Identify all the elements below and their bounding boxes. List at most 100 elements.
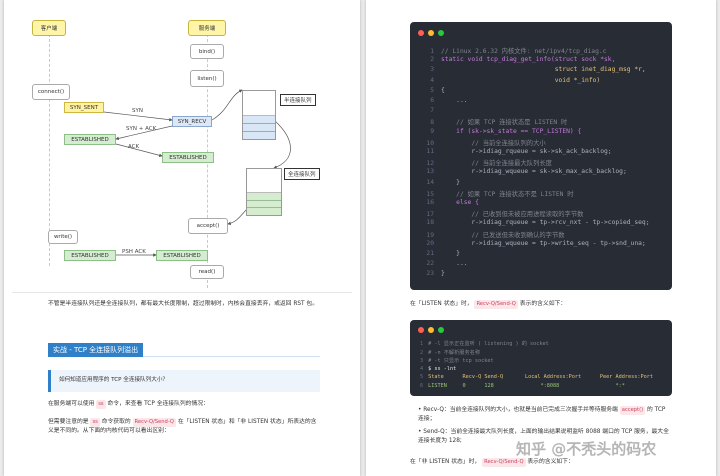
code-line: 14 }: [420, 179, 460, 186]
maximize-dot-icon: [438, 327, 444, 333]
terminal-line: 6 LISTEN 0 128 *:8088 *:*: [420, 383, 625, 389]
minimize-dot-icon: [428, 30, 434, 36]
r2-text-a: 在「非 LISTEN 状态」时，: [410, 459, 481, 465]
code-text: struct inet_diag_msg *r,: [441, 66, 646, 74]
sequence-arrows: [103, 89, 291, 257]
syn-ack-label: SYN + ACK: [126, 126, 157, 132]
code-line: 12 // 当前全连接最大队列长度: [420, 158, 552, 167]
code-line: 22 ...: [420, 260, 468, 268]
terminal-text: # -n 不解析服务名称: [428, 349, 481, 356]
syn-label: SYN: [132, 108, 143, 114]
half-queue-label: 半连接队列: [280, 94, 316, 106]
code-text: // 如果 TCP 连接状态不是 LISTEN 时: [441, 190, 574, 198]
ack-label: ACK: [128, 144, 140, 150]
code-block-kernel: 1 // Linux 2.6.32 内核文件: net/ipv4/tcp_diag…: [410, 22, 672, 290]
paragraph-non-listen-state: 在「非 LISTEN 状态」时， Recv-Q/Send-Q 表示的含义如下：: [410, 458, 672, 467]
maximize-dot-icon: [438, 30, 444, 36]
recvq-sendq-tag: Recv-Q/Send-Q: [132, 418, 176, 427]
code-text: ...: [441, 97, 468, 104]
code-text: ...: [441, 260, 468, 268]
code-text: r->idiag_rqueue = tp->rcv_nxt - tp->copi…: [441, 219, 650, 227]
close-dot-icon: [418, 30, 424, 36]
line-number: 6: [420, 383, 424, 389]
code-line: 16 else {: [420, 199, 479, 206]
line-number: 17: [426, 211, 434, 219]
line-number: 19: [426, 231, 434, 239]
line-number: 5: [420, 374, 424, 381]
code-text: r->idiag_wqueue = tp->write_seq - tp->sn…: [441, 239, 646, 247]
code-line: 1 // Linux 2.6.32 内核文件: net/ipv4/tcp_diag…: [420, 46, 606, 55]
code-text: r->idiag_wqueue = sk->sk_max_ack_backlog…: [441, 168, 627, 176]
r1-text-a: 在「LISTEN 状态」时，: [410, 301, 473, 307]
code-text: }: [441, 178, 460, 186]
code-line: 13 r->idiag_wqueue = sk->sk_max_ack_back…: [420, 168, 627, 176]
code-text: if (sk->sk_state == TCP_LISTEN) {: [441, 127, 582, 135]
code-line: 2 static void tcp_diag_get_info(struct so…: [420, 56, 615, 63]
paragraph-listen-state: 在「LISTEN 状态」时， Recv-Q/Send-Q 表示的含义如下：: [410, 300, 672, 309]
line-number: 1: [430, 48, 434, 55]
line-number: 8: [430, 119, 434, 127]
terminal-text: $ ss -lnt: [428, 365, 457, 372]
code-line: 5{: [420, 87, 445, 94]
line-number: 2: [420, 349, 424, 356]
terminal-text: # -l 显示正在监听 ( listening ) 的 socket: [428, 341, 549, 347]
line-number: 22: [426, 260, 434, 268]
p2-text-a: 在服务端可以使用: [48, 401, 95, 407]
p3-text-c: 在「LISTEN 状态」和「非 LISTEN 状态」所表达的含义是不同的。从下面…: [48, 419, 317, 434]
recvq-tag-nonlisten: Recv-Q/Send-Q: [482, 458, 526, 467]
r2-text-b: 表示的含义如下：: [527, 459, 574, 465]
code-text: static void tcp_diag_get_info(struct soc…: [441, 56, 616, 64]
full-queue: [246, 168, 282, 216]
code-line: 19 // 已发送但未收到确认的字节数: [420, 230, 565, 239]
code-text: // Linux 2.6.32 内核文件: net/ipv4/tcp_diag.…: [441, 48, 607, 55]
line-number: 6: [430, 97, 434, 104]
line-number: 2: [430, 56, 434, 64]
bullet-recvq: • Recv-Q：当前全连接队列的大小，也就是当前已完成三次握手并等待服务端 a…: [418, 406, 672, 424]
line-number: 3: [430, 66, 434, 74]
half-queue: [242, 90, 276, 140]
code-text: // 已收到但未被应用进程读取的字节数: [441, 211, 584, 219]
line-number: 13: [426, 168, 434, 176]
code-line: 15 // 如果 TCP 连接状态不是 LISTEN 时: [420, 189, 574, 198]
p3-text-b: 命令获取的: [101, 419, 131, 425]
code-line: 4 void *_info): [420, 77, 600, 84]
paragraph-queue-limit: 不管是半连接队列还是全连接队列，都有最大长度限制，超过限制时，内核会直接丢弃，或…: [48, 301, 318, 307]
to-half-queue-arrow: [211, 89, 243, 121]
code-line: 3 struct inet_diag_msg *r,: [420, 66, 646, 73]
divider: [12, 292, 352, 293]
b1-text-a: Recv-Q：当前全连接队列的大小，也就是当前已完成三次握手并等待服务端: [423, 407, 618, 413]
callout-text: 如何知道应用程序的 TCP 全连接队列大小？: [59, 377, 169, 383]
code-line: 6 ...: [420, 97, 468, 104]
terminal-line: 1 # -l 显示正在监听 ( listening ) 的 socket: [420, 340, 549, 347]
code-text: // 如果 TCP 连接状态是 LISTEN 时: [441, 119, 568, 127]
terminal-text: LISTEN 0 128 *:8088 *:*: [428, 383, 625, 389]
ss-command-tag-2: ss: [90, 418, 100, 427]
line-number: 14: [426, 178, 434, 186]
terminal-line: 2 # -n 不解析服务名称: [420, 349, 480, 356]
ss-command-tag: ss: [96, 400, 106, 409]
line-number: 15: [426, 190, 434, 198]
code-text: // 已发送但未收到确认的字节数: [441, 231, 565, 239]
line-number: 20: [426, 239, 434, 247]
code-text: }: [441, 270, 445, 278]
code-line: 18 r->idiag_rqueue = tp->rcv_nxt - tp->c…: [420, 219, 650, 227]
section-heading: 实战 - TCP 全连接队列溢出: [48, 343, 144, 357]
line-number: 9: [430, 127, 434, 135]
line-number: 4: [430, 76, 434, 84]
code-line: 21 }: [420, 250, 460, 257]
line-number: 1: [420, 341, 424, 347]
code-block-ss: 1 # -l 显示正在监听 ( listening ) 的 socket 2 # -n…: [410, 320, 672, 396]
code-text: // 当前全连接队列的大小: [441, 139, 546, 147]
full-to-accept-arrow: [227, 209, 247, 226]
p2-text-b: 命令，来查看 TCP 全连接队列的情况：: [107, 401, 209, 407]
section-heading-bar: 实战 - TCP 全连接队列溢出: [48, 343, 320, 357]
close-dot-icon: [418, 327, 424, 333]
code-line: 10 // 当前全连接队列的大小: [420, 138, 546, 147]
accept-tag: accept(): [619, 406, 646, 415]
code-line: 8 // 如果 TCP 连接状态是 LISTEN 时: [420, 117, 567, 126]
terminal-line: 5 State Recv-Q Send-Q Local Address:Port …: [420, 374, 653, 380]
line-number: 12: [426, 160, 434, 168]
code-line: 17 // 已收到但未被应用进程读取的字节数: [420, 209, 583, 218]
line-number: 21: [426, 250, 434, 257]
left-page: 客户端 服务端 bind() listen() connect() SYN_SE…: [4, 0, 360, 476]
